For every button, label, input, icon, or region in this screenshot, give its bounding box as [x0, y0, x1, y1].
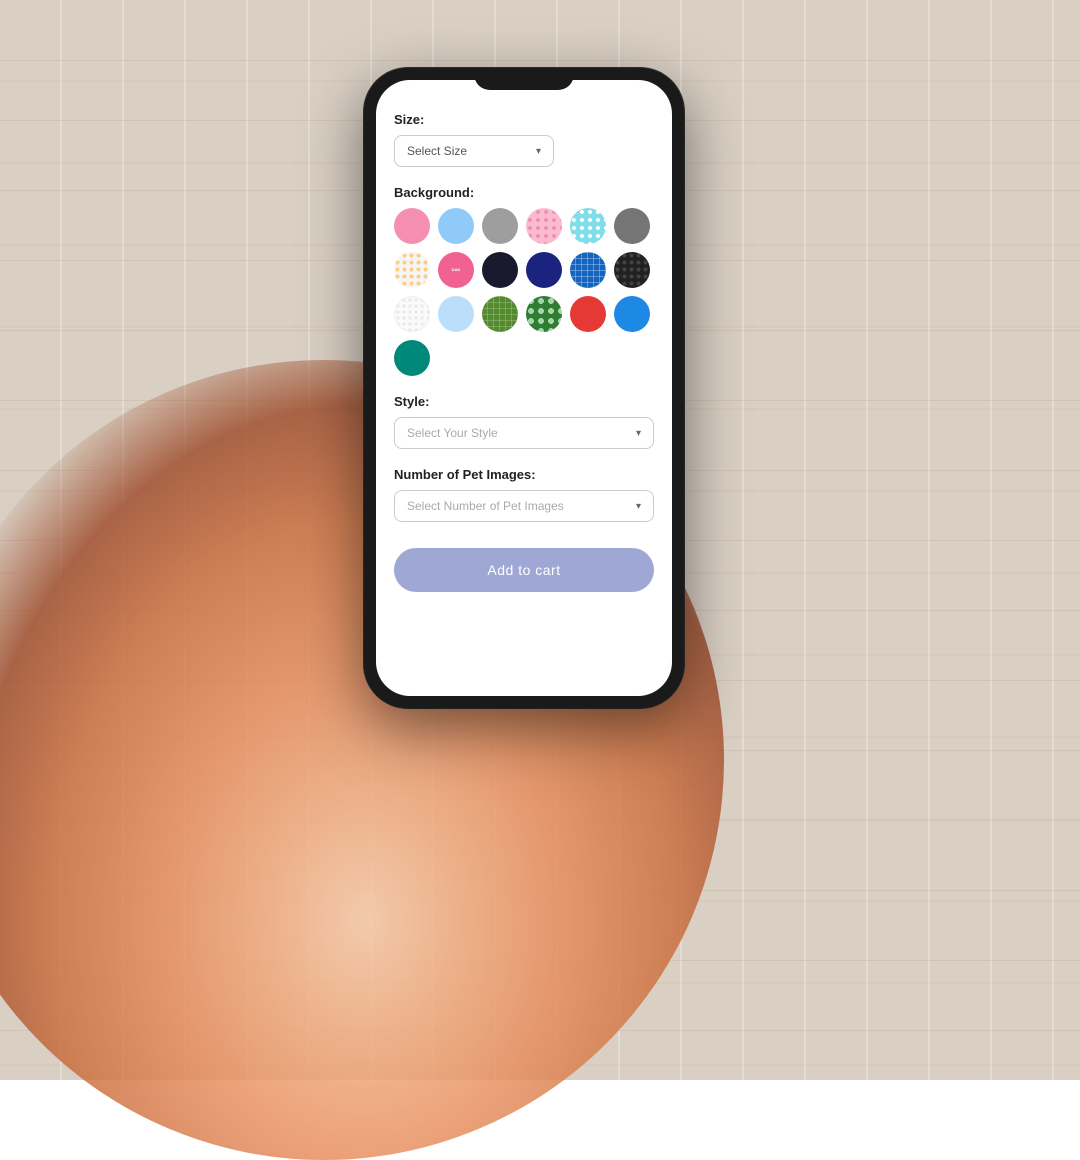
color-circle-red[interactable] — [570, 296, 606, 332]
color-circle-dark-gray[interactable] — [614, 208, 650, 244]
color-circle-light-blue-soft[interactable] — [438, 296, 474, 332]
pink-text-inner: DAD — [451, 267, 462, 273]
phone-wrapper: Size: Select Size ▾ Background: — [364, 68, 684, 708]
phone-device: Size: Select Size ▾ Background: — [364, 68, 684, 708]
color-circle-light-blue[interactable] — [438, 208, 474, 244]
style-chevron-icon: ▾ — [636, 428, 641, 439]
color-circle-pink-pattern[interactable] — [526, 208, 562, 244]
color-circle-dark-dots[interactable] — [614, 252, 650, 288]
size-label: Size: — [394, 112, 654, 127]
style-placeholder: Select Your Style — [407, 426, 498, 440]
style-dropdown[interactable]: Select Your Style ▾ — [394, 417, 654, 449]
background-label: Background: — [394, 185, 654, 200]
color-circle-steel-blue[interactable] — [614, 296, 650, 332]
num-images-field-group: Number of Pet Images: Select Number of P… — [394, 467, 654, 522]
color-circle-teal[interactable] — [394, 340, 430, 376]
size-dropdown[interactable]: Select Size ▾ — [394, 135, 554, 167]
color-circle-white-small-dots[interactable] — [394, 296, 430, 332]
color-circle-navy[interactable] — [526, 252, 562, 288]
color-circle-dark-green-floral[interactable] — [526, 296, 562, 332]
color-circle-gray[interactable] — [482, 208, 518, 244]
add-to-cart-button[interactable]: Add to cart — [394, 548, 654, 592]
size-chevron-icon: ▾ — [536, 146, 541, 157]
color-circle-dark-pattern[interactable] — [482, 252, 518, 288]
phone-screen: Size: Select Size ▾ Background: — [376, 80, 672, 696]
num-images-chevron-icon: ▾ — [636, 501, 641, 512]
background-field-group: Background: DAD — [394, 185, 654, 376]
num-images-placeholder: Select Number of Pet Images — [407, 499, 564, 513]
size-placeholder: Select Size — [407, 144, 467, 158]
color-circle-plaid-blue[interactable] — [570, 252, 606, 288]
style-field-group: Style: Select Your Style ▾ — [394, 394, 654, 449]
style-label: Style: — [394, 394, 654, 409]
wood-grain — [0, 60, 1080, 61]
color-circle-white-dots[interactable] — [394, 252, 430, 288]
size-field-group: Size: Select Size ▾ — [394, 112, 654, 167]
num-images-label: Number of Pet Images: — [394, 467, 654, 482]
color-grid: DAD — [394, 208, 654, 376]
color-circle-pink-text[interactable]: DAD — [438, 252, 474, 288]
phone-notch — [474, 68, 574, 90]
color-circle-teal-dots[interactable] — [570, 208, 606, 244]
num-images-dropdown[interactable]: Select Number of Pet Images ▾ — [394, 490, 654, 522]
color-circle-pink[interactable] — [394, 208, 430, 244]
screen-content: Size: Select Size ▾ Background: — [376, 80, 672, 696]
color-circle-plaid-green[interactable] — [482, 296, 518, 332]
